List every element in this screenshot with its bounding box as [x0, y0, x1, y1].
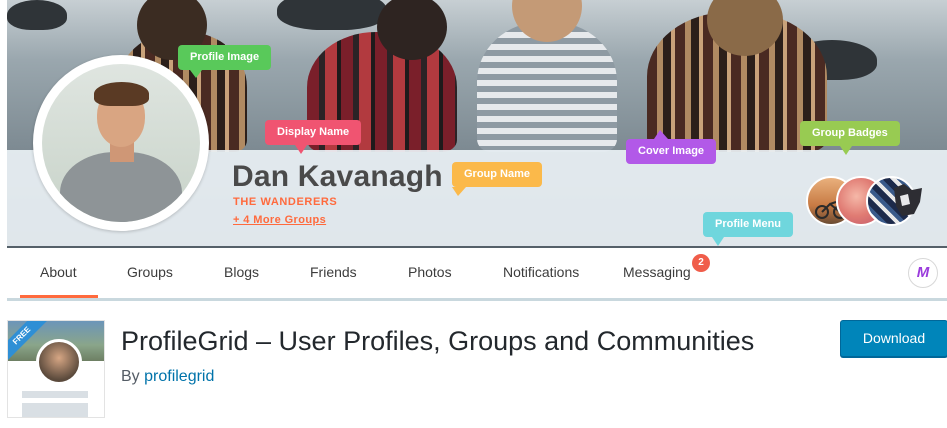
dog-icon: [894, 184, 922, 216]
callout-group-badges: Group Badges: [800, 121, 900, 146]
tab-about[interactable]: About: [40, 264, 77, 280]
callout-display-name: Display Name: [265, 120, 362, 145]
author-link[interactable]: profilegrid: [144, 368, 214, 385]
avatar-shirt: [60, 152, 182, 222]
tab-groups[interactable]: Groups: [127, 264, 173, 280]
tab-photos[interactable]: Photos: [408, 264, 452, 280]
cover-rock: [277, 0, 387, 30]
author-prefix: By: [121, 368, 140, 385]
tab-friends[interactable]: Friends: [310, 264, 357, 280]
plugin-icon-line: [22, 403, 88, 417]
active-tab-indicator: [20, 295, 98, 298]
profile-avatar[interactable]: [42, 64, 200, 222]
metagauss-logo-icon[interactable]: M: [908, 258, 938, 288]
tab-blogs[interactable]: Blogs: [224, 264, 259, 280]
callout-group-name: Group Name: [452, 162, 543, 187]
callout-tail: [712, 237, 724, 246]
plugin-title: ProfileGrid – User Profiles, Groups and …: [121, 326, 755, 356]
callout-tail: [452, 187, 466, 196]
download-button[interactable]: Download: [840, 320, 947, 357]
callout-tail: [654, 130, 668, 139]
callout-profile-menu: Profile Menu: [703, 212, 794, 237]
tab-messaging[interactable]: Messaging: [623, 264, 691, 280]
plugin-icon-line: [22, 391, 88, 398]
tab-notifications[interactable]: Notifications: [503, 264, 579, 280]
plugin-icon[interactable]: FREE: [7, 320, 105, 418]
callout-cover-image: Cover Image: [626, 139, 717, 164]
more-groups-link[interactable]: + 4 More Groups: [233, 214, 326, 226]
cover-rock: [7, 0, 67, 30]
avatar-hair: [94, 82, 149, 106]
profile-tabs: About Groups Blogs Friends Photos Notifi…: [7, 248, 947, 301]
display-name: Dan Kavanagh: [232, 160, 443, 193]
callout-profile-image: Profile Image: [178, 45, 272, 70]
plugin-icon-avatar: [36, 339, 82, 385]
plugin-author-line: By profilegrid: [121, 368, 214, 386]
callout-tail: [840, 146, 852, 155]
callout-tail: [295, 145, 307, 154]
messaging-count-badge: 2: [692, 254, 710, 272]
callout-tail: [190, 70, 202, 78]
group-name[interactable]: THE WANDERERS: [233, 196, 337, 208]
group-badge[interactable]: [890, 180, 926, 220]
